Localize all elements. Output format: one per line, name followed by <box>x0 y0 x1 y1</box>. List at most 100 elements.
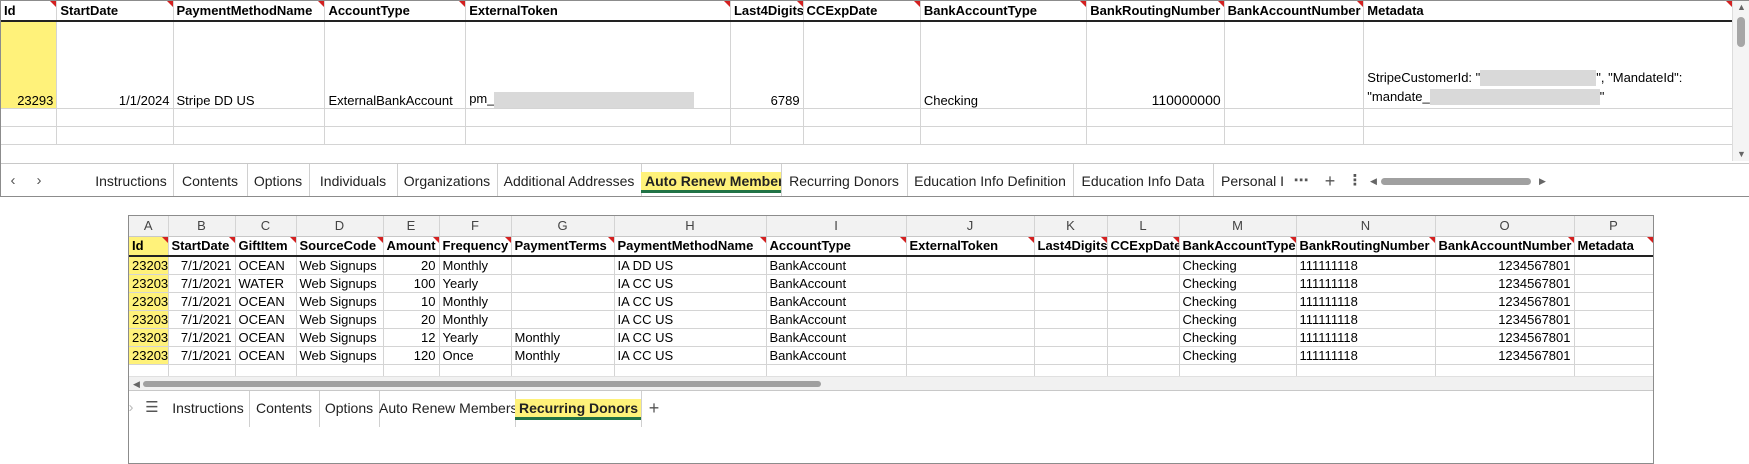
top-header-bankaccounttype[interactable]: BankAccountType <box>920 1 1088 22</box>
top-cell-ccexpdate[interactable] <box>803 21 921 109</box>
cell-metadata[interactable] <box>1574 256 1653 275</box>
top-cell-last4digits[interactable]: 6789 <box>730 21 804 109</box>
cell-id[interactable]: 23203 <box>129 274 169 293</box>
empty-cell[interactable] <box>324 108 467 127</box>
cell-bankroutingnumber[interactable]: 111111118 <box>1296 292 1436 311</box>
empty-cell[interactable] <box>803 108 921 127</box>
tab-auto-renew-members[interactable]: Auto Renew Members <box>641 164 782 196</box>
column-letter-n[interactable]: N <box>1296 216 1436 237</box>
chevron-left-icon[interactable]: ‹ <box>3 164 23 196</box>
cell-frequency[interactable]: Once <box>439 346 512 365</box>
top-horizontal-scrollbar[interactable] <box>1381 175 1535 187</box>
empty-cell[interactable] <box>730 108 804 127</box>
cell-metadata[interactable] <box>1574 292 1653 311</box>
cell-bankaccountnumber[interactable]: 1234567801 <box>1435 274 1575 293</box>
column-letter-d[interactable]: D <box>296 216 384 237</box>
cell-startdate[interactable]: 7/1/2021 <box>168 292 236 311</box>
cell-paymentterms[interactable]: Monthly <box>511 328 615 347</box>
triangle-down-icon[interactable]: ▼ <box>1737 149 1746 159</box>
top-cell-accounttype[interactable]: ExternalBankAccount <box>324 21 467 109</box>
cell-externaltoken[interactable] <box>906 274 1035 293</box>
bottom-header-bankaccounttype[interactable]: BankAccountType <box>1179 236 1297 257</box>
cell-paymentterms[interactable] <box>511 310 615 329</box>
empty-cell[interactable] <box>56 126 174 145</box>
cell-paymentterms[interactable]: Monthly <box>511 346 615 365</box>
cell-amount[interactable]: 12 <box>383 328 440 347</box>
bottom-header-ccexpdate[interactable]: CCExpDate <box>1107 236 1180 257</box>
cell-ccexpdate[interactable] <box>1107 310 1180 329</box>
cell-amount[interactable]: 120 <box>383 346 440 365</box>
cell-metadata[interactable] <box>1574 328 1653 347</box>
vertical-ellipsis-icon[interactable]: ⋮ <box>1345 164 1365 196</box>
cell-bankaccounttype[interactable]: Checking <box>1179 256 1297 275</box>
cell-id[interactable]: 23203 <box>129 310 169 329</box>
cell-last4digits[interactable] <box>1034 292 1108 311</box>
column-letter-o[interactable]: O <box>1435 216 1575 237</box>
top-cell-bankaccountnumber[interactable] <box>1224 21 1365 109</box>
cell-frequency[interactable]: Monthly <box>439 292 512 311</box>
cell-ccexpdate[interactable] <box>1107 274 1180 293</box>
cell-externaltoken[interactable] <box>906 292 1035 311</box>
empty-cell[interactable] <box>920 108 1088 127</box>
cell-startdate[interactable]: 7/1/2021 <box>168 310 236 329</box>
cell-metadata[interactable] <box>1574 274 1653 293</box>
cell-ccexpdate[interactable] <box>1107 346 1180 365</box>
chevron-right-icon[interactable]: › <box>129 391 139 427</box>
cell-paymentterms[interactable] <box>511 292 615 311</box>
empty-cell[interactable] <box>1086 126 1225 145</box>
tab-recurring-donors[interactable]: Recurring Donors <box>781 164 908 196</box>
cell-amount[interactable]: 20 <box>383 256 440 275</box>
bottom-header-accounttype[interactable]: AccountType <box>766 236 907 257</box>
top-vertical-scrollbar[interactable]: ▲ ▼ <box>1732 1 1749 161</box>
cell-giftitem[interactable]: OCEAN <box>235 328 297 347</box>
cell-startdate[interactable]: 7/1/2021 <box>168 274 236 293</box>
top-cell-externaltoken[interactable]: pm_ <box>465 21 731 109</box>
top-cell-metadata[interactable]: StripeCustomerId: " ", "MandateId": "manda… <box>1363 21 1733 109</box>
empty-cell[interactable] <box>173 126 326 145</box>
cell-id[interactable]: 23203 <box>129 292 169 311</box>
top-header-externaltoken[interactable]: ExternalToken <box>465 1 731 22</box>
tab-education-info-definition[interactable]: Education Info Definition <box>907 164 1074 196</box>
cell-bankaccountnumber[interactable]: 1234567801 <box>1435 346 1575 365</box>
horizontal-scroll-thumb[interactable] <box>143 381 821 387</box>
top-header-id[interactable]: Id <box>1 1 58 22</box>
cell-externaltoken[interactable] <box>906 346 1035 365</box>
column-letter-l[interactable]: L <box>1107 216 1180 237</box>
column-letter-e[interactable]: E <box>383 216 440 237</box>
empty-cell[interactable] <box>1224 126 1365 145</box>
column-letter-j[interactable]: J <box>906 216 1035 237</box>
cell-amount[interactable]: 20 <box>383 310 440 329</box>
cell-bankaccounttype[interactable]: Checking <box>1179 328 1297 347</box>
cell-bankroutingnumber[interactable]: 111111118 <box>1296 274 1436 293</box>
empty-cell[interactable] <box>1 126 58 145</box>
empty-cell[interactable] <box>920 126 1088 145</box>
column-letter-p[interactable]: P <box>1574 216 1653 237</box>
bottom-header-last4digits[interactable]: Last4Digits <box>1034 236 1108 257</box>
top-header-paymentmethodname[interactable]: PaymentMethodName <box>173 1 326 22</box>
bottom-header-metadata[interactable]: Metadata <box>1574 236 1653 257</box>
cell-metadata[interactable] <box>1574 346 1653 365</box>
cell-amount[interactable]: 100 <box>383 274 440 293</box>
bottom-header-giftitem[interactable]: GiftItem <box>235 236 297 257</box>
cell-amount[interactable]: 10 <box>383 292 440 311</box>
column-letter-h[interactable]: H <box>614 216 767 237</box>
cell-bankroutingnumber[interactable]: 111111118 <box>1296 346 1436 365</box>
cell-paymentmethodname[interactable]: IA CC US <box>614 292 767 311</box>
column-letter-m[interactable]: M <box>1179 216 1297 237</box>
tab-recurring-donors[interactable]: Recurring Donors <box>515 391 642 427</box>
cell-paymentmethodname[interactable]: IA CC US <box>614 346 767 365</box>
tab-options[interactable]: Options <box>319 391 380 427</box>
cell-ccexpdate[interactable] <box>1107 256 1180 275</box>
cell-last4digits[interactable] <box>1034 328 1108 347</box>
cell-bankroutingnumber[interactable]: 111111118 <box>1296 310 1436 329</box>
empty-cell[interactable] <box>1086 108 1225 127</box>
horizontal-scroll-thumb[interactable] <box>1381 178 1531 185</box>
top-header-ccexpdate[interactable]: CCExpDate <box>803 1 921 22</box>
cell-bankaccountnumber[interactable]: 1234567801 <box>1435 310 1575 329</box>
cell-sourcecode[interactable]: Web Signups <box>296 274 384 293</box>
top-cell-bankroutingnumber[interactable]: 110000000 <box>1086 21 1225 109</box>
cell-externaltoken[interactable] <box>906 256 1035 275</box>
bottom-header-bankaccountnumber[interactable]: BankAccountNumber <box>1435 236 1575 257</box>
cell-giftitem[interactable]: OCEAN <box>235 256 297 275</box>
cell-startdate[interactable]: 7/1/2021 <box>168 346 236 365</box>
